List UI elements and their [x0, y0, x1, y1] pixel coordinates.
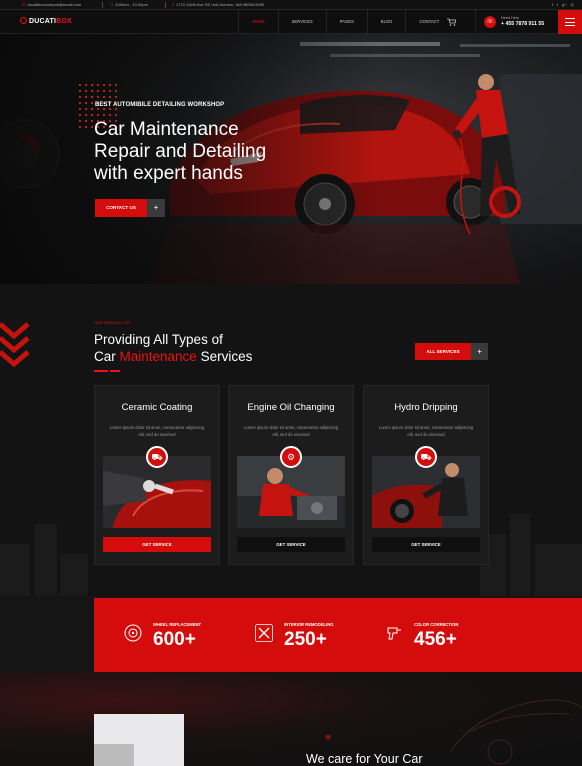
instagram-icon[interactable]: ◎	[571, 2, 575, 7]
hero-subtitle: BEST AUTOMIBILE DETAILING WORKSHOP	[95, 102, 225, 108]
nav-item-services[interactable]: SERVICES	[277, 10, 326, 34]
stat-label: COLOR CORRECTION	[414, 622, 459, 627]
contact-us-button[interactable]: CONTACT US	[95, 199, 147, 217]
stat-value: 250+	[284, 629, 327, 650]
hamburger-icon	[565, 21, 575, 23]
nav-menu: HOME SERVICES PAGES BLOG CONTACT	[238, 10, 452, 34]
help-phone[interactable]: + 455 7878 911 55	[501, 21, 544, 27]
service-card-title: Hydro Dripping	[394, 402, 458, 413]
service-card-title: Engine Oil Changing	[247, 402, 335, 413]
wrench-icon: ⚒	[325, 735, 332, 742]
get-service-button[interactable]: GET SERVICE	[103, 537, 211, 552]
spray-gun-icon	[387, 627, 401, 640]
get-service-button[interactable]: GET SERVICE	[372, 537, 480, 552]
hero-title-line: Repair and Detailing	[94, 141, 267, 162]
hamburger-icon	[565, 18, 575, 20]
nav-item-pages[interactable]: PAGES	[325, 10, 367, 34]
tools-icon	[255, 624, 273, 642]
service-card[interactable]: Hydro Dripping Lorem ipsum dolor sit ame…	[363, 385, 489, 565]
top-email[interactable]: ✉ ducatiboxcarepair@email.com	[22, 3, 81, 7]
logo[interactable]: DUCATIBOX	[20, 17, 72, 25]
title-highlight: Maintenance	[119, 349, 197, 364]
about-section: ⚒ We care for Your Car	[0, 672, 582, 766]
service-card-description: Lorem ipsum dolor sit amet, consectetur …	[243, 425, 339, 437]
social-links: f t g+ ◎	[552, 2, 574, 7]
cart-icon[interactable]	[447, 18, 457, 28]
headset-icon: ☏	[484, 16, 496, 28]
chevron-down-icon	[0, 322, 30, 368]
hero-title-line: with expert hands	[94, 163, 243, 184]
menu-toggle-button[interactable]	[558, 10, 582, 34]
service-card-description: Lorem ipsum dolor sit amet, consectetur …	[378, 425, 474, 437]
twitter-icon[interactable]: t	[557, 2, 558, 7]
top-bar: ✉ ducatiboxcarepair@email.com ◷ 8:00am - 1…	[0, 0, 582, 10]
stat-label: INTERIOR REMODELING	[284, 622, 334, 627]
hero-section: BEST AUTOMIBILE DETAILING WORKSHOP Car M…	[0, 34, 582, 284]
hamburger-icon	[565, 25, 575, 27]
nav-item-contact[interactable]: CONTACT	[405, 10, 452, 34]
wheel-icon	[124, 624, 142, 642]
title-text: Services	[196, 349, 253, 364]
title-underline	[94, 370, 108, 372]
divider	[102, 2, 103, 8]
title-text: Car	[94, 349, 120, 364]
title-underline	[110, 370, 120, 372]
section-title-line: Car Maintenance Services	[94, 348, 252, 365]
nav-item-home[interactable]: HOME	[238, 10, 278, 34]
all-services-button[interactable]: ALL SERVICES	[415, 343, 471, 360]
plus-icon[interactable]: +	[471, 343, 488, 360]
top-hours: ◷ 8:00am - 10:00pm	[110, 3, 148, 7]
get-service-button[interactable]: GET SERVICE	[237, 537, 345, 552]
help-contact[interactable]: ☏ Need Help + 455 7878 911 55	[475, 10, 557, 34]
stat-value: 456+	[414, 629, 457, 650]
location-icon: ⌖	[172, 2, 175, 7]
help-label: Need Help	[501, 16, 519, 20]
stats-banner: WHEEL REPLACEMENT 600+ INTERIOR REMODELI…	[94, 598, 582, 672]
service-card[interactable]: Ceramic Coating Lorem ipsum dolor sit am…	[94, 385, 220, 565]
stat-label: WHEEL REPLACEMENT	[153, 622, 202, 627]
hero-title-line: Car Maintenance	[94, 119, 239, 140]
divider	[165, 2, 166, 8]
logo-text-accent: BOX	[56, 18, 72, 25]
car-outline-image	[449, 699, 582, 765]
section-title-line: Providing All Types of	[94, 332, 223, 347]
stat-value: 600+	[153, 629, 196, 650]
car-service-icon: ⛟	[415, 446, 437, 468]
logo-text: DUCATI	[29, 18, 57, 25]
top-address: ⌖ 1710 116th Ave SE Unit Arenton, WA 9805…	[172, 3, 264, 7]
about-title: We care for Your Car	[306, 752, 423, 766]
logo-icon	[20, 17, 27, 24]
mechanic-image	[94, 714, 184, 766]
section-tag: OUR SERVICE LIST	[94, 320, 132, 325]
nav-item-blog[interactable]: BLOG	[366, 10, 406, 34]
google-plus-icon[interactable]: g+	[562, 2, 567, 7]
service-card-description: Lorem ipsum dolor sit amet, consectetur …	[109, 425, 205, 437]
services-section: OUR SERVICE LIST Providing All Types of …	[0, 284, 582, 596]
section-title: Providing All Types of Car Maintenance S…	[94, 331, 252, 365]
email-text: ducatiboxcarepair@email.com	[27, 2, 82, 7]
service-card[interactable]: Engine Oil Changing Lorem ipsum dolor si…	[228, 385, 354, 565]
car-wash-icon: ⛟	[146, 446, 168, 468]
facebook-icon[interactable]: f	[552, 2, 553, 7]
hours-text: 8:00am - 10:00pm	[115, 2, 148, 7]
clock-icon: ◷	[110, 2, 114, 7]
car-repair-icon: ⚙	[280, 446, 302, 468]
mail-icon: ✉	[22, 2, 26, 7]
service-card-title: Ceramic Coating	[121, 402, 193, 413]
plus-icon[interactable]: +	[147, 199, 165, 217]
address-text: 1710 116th Ave SE Unit Arenton, WA 98058…	[176, 2, 265, 7]
main-nav: DUCATIBOX HOME SERVICES PAGES BLOG CONTA…	[0, 10, 582, 34]
hero-title: Car Maintenance Repair and Detailing wit…	[94, 119, 334, 185]
